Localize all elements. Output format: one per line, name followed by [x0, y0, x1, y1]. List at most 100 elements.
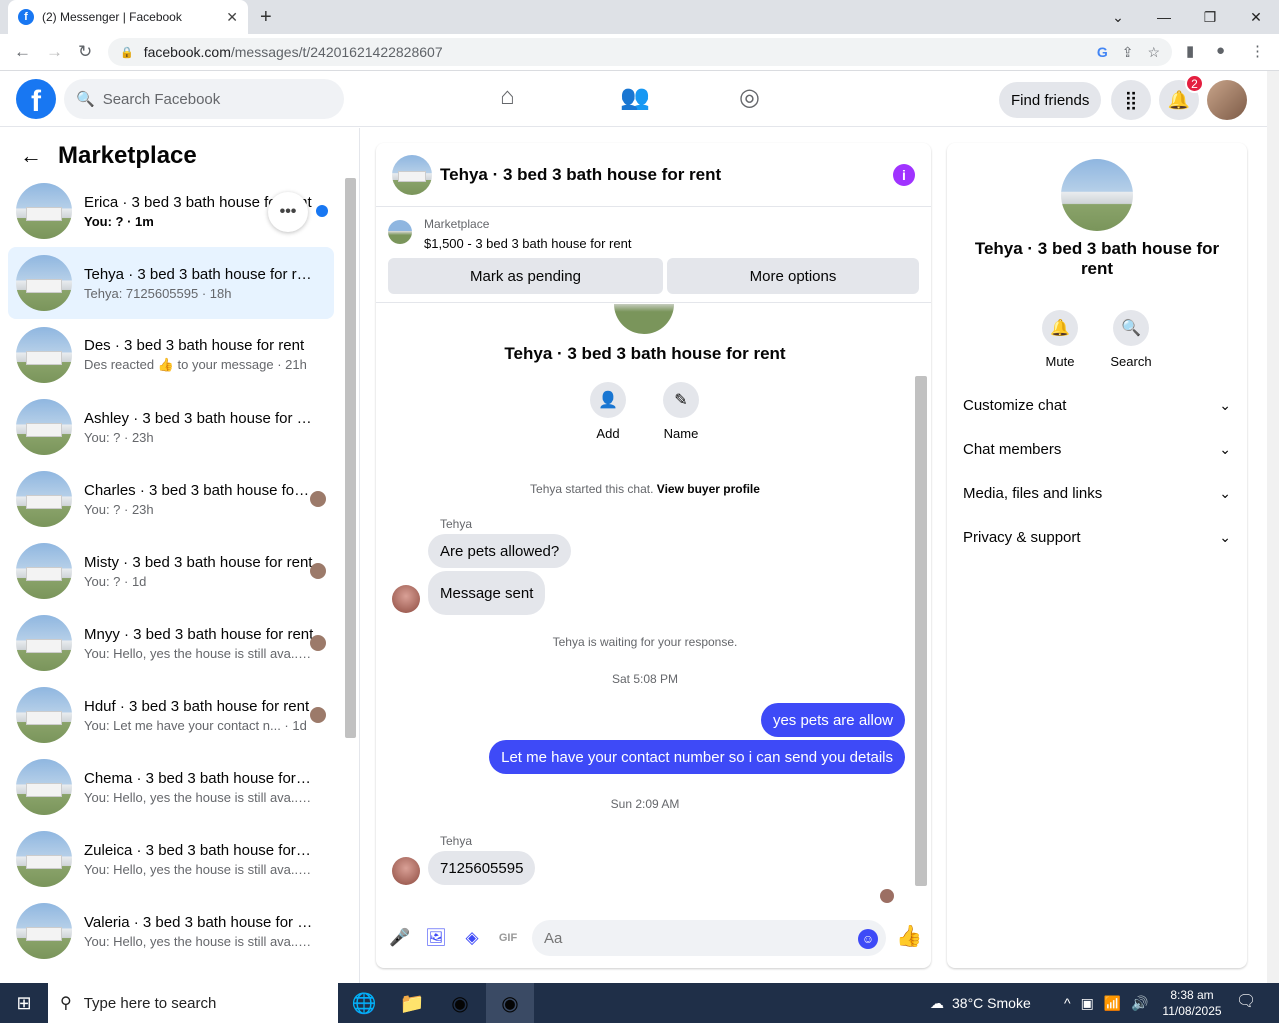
conversation-item[interactable]: Zuleica · 3 bed 3 bath house for rent You…: [8, 823, 334, 895]
edge-icon[interactable]: 🌐: [340, 983, 388, 1023]
listing-price[interactable]: $1,500 - 3 bed 3 bath house for rent: [424, 236, 631, 251]
home-icon[interactable]: ⌂: [500, 83, 515, 111]
message-thread: Tehya · 3 bed 3 bath house for rent 👤 Ad…: [376, 304, 931, 909]
weather-icon: ☁: [930, 994, 944, 1011]
profile-icon[interactable]: ●: [1216, 42, 1225, 59]
microphone-icon[interactable]: 🎤: [388, 926, 412, 950]
chevron-down-icon: ⌄: [1219, 528, 1231, 545]
page-scrollbar[interactable]: [1267, 71, 1279, 983]
facebook-search-input[interactable]: 🔍 Search Facebook: [64, 79, 344, 119]
notification-badge: 2: [1185, 74, 1204, 93]
chrome-icon[interactable]: ◉: [436, 983, 484, 1023]
conversation-preview: You: Hello, yes the house is still ava..…: [84, 861, 314, 877]
conversation-item[interactable]: Mnyy · 3 bed 3 bath house for rent You: H…: [8, 607, 334, 679]
search-button[interactable]: 🔍 Search: [1101, 310, 1161, 369]
name-chat-button[interactable]: ✎ Name: [651, 382, 711, 441]
tab-title: (2) Messenger | Facebook: [42, 10, 182, 24]
gif-icon[interactable]: GIF: [496, 926, 520, 950]
back-icon[interactable]: ←: [14, 42, 31, 62]
mute-button[interactable]: 🔔 Mute: [1030, 310, 1090, 369]
chrome-menu-icon[interactable]: ⋮: [1250, 42, 1265, 60]
close-window-icon[interactable]: ✕: [1233, 0, 1279, 34]
conversation-item[interactable]: Tehya · 3 bed 3 bath house for rent Tehya…: [8, 247, 334, 319]
forward-icon[interactable]: →: [46, 42, 63, 62]
conversation-item[interactable]: Chema · 3 bed 3 bath house for rent You: …: [8, 751, 334, 823]
back-arrow-icon[interactable]: ←: [20, 143, 42, 169]
conversation-name: Mnyy · 3 bed 3 bath house for rent: [84, 625, 314, 643]
incoming-message[interactable]: Are pets allowed?: [428, 534, 572, 568]
browser-tab[interactable]: f (2) Messenger | Facebook ✕: [8, 0, 248, 34]
browser-tabstrip: f (2) Messenger | Facebook ✕ + ⌄ — ❐ ✕: [0, 0, 1279, 34]
media-files-links-section[interactable]: Media, files and links ⌄: [963, 475, 1231, 511]
listing-avatar: [16, 903, 72, 959]
incoming-message[interactable]: 7125605595: [428, 851, 536, 885]
conversation-more-options-icon[interactable]: •••: [268, 192, 308, 232]
conversation-preview: You: Hello, yes the house is still ava..…: [84, 789, 314, 805]
outgoing-message[interactable]: Let me have your contact number so i can…: [489, 740, 905, 774]
menu-grid-icon[interactable]: ⣿: [1111, 80, 1151, 120]
message-input[interactable]: [532, 920, 886, 956]
side-panel-icon[interactable]: ▮: [1186, 42, 1194, 60]
mark-as-pending-button[interactable]: Mark as pending: [388, 258, 663, 294]
add-people-button[interactable]: 👤 Add: [578, 382, 638, 441]
taskbar-search-box[interactable]: ⚲ Type here to search: [48, 983, 338, 1023]
conversation-preview: You: ? · 1d: [84, 573, 147, 589]
profile-avatar[interactable]: [1207, 80, 1247, 120]
friends-icon[interactable]: 👥: [620, 83, 650, 112]
google-icon[interactable]: G: [1097, 44, 1108, 61]
find-friends-button[interactable]: Find friends: [999, 82, 1102, 118]
tray-chevron-icon[interactable]: ^: [1064, 995, 1071, 1011]
conversation-item[interactable]: Des · 3 bed 3 bath house for rent Des rea…: [8, 319, 334, 391]
outgoing-message[interactable]: yes pets are allow: [760, 703, 905, 737]
info-icon[interactable]: i: [893, 163, 915, 186]
groups-icon[interactable]: ◎: [739, 83, 760, 112]
restore-icon[interactable]: ❐: [1187, 0, 1233, 34]
conversation-item[interactable]: Charles · 3 bed 3 bath house for rent You…: [8, 463, 334, 535]
new-tab-icon[interactable]: +: [260, 6, 272, 29]
scrollbar[interactable]: [345, 178, 356, 978]
close-tab-icon[interactable]: ✕: [226, 9, 238, 26]
bookmark-star-icon[interactable]: ☆: [1147, 44, 1160, 61]
customize-chat-section[interactable]: Customize chat ⌄: [963, 387, 1231, 423]
minimize-icon[interactable]: —: [1141, 0, 1187, 34]
facebook-logo-icon[interactable]: f: [16, 79, 56, 119]
reload-icon[interactable]: ↻: [78, 42, 92, 62]
omnibox[interactable]: 🔒 facebook.com/messages/t/24201621422828…: [108, 38, 1172, 66]
search-icon: 🔍: [1113, 310, 1149, 346]
privacy-support-section[interactable]: Privacy & support ⌄: [963, 519, 1231, 555]
conversation-item[interactable]: Valeria · 3 bed 3 bath house for rent You…: [8, 895, 334, 967]
share-icon[interactable]: ⇪: [1122, 44, 1134, 61]
tab-search-icon[interactable]: ⌄: [1095, 0, 1141, 34]
notification-center-icon[interactable]: 🗨: [1236, 991, 1256, 1011]
sender-avatar[interactable]: [392, 857, 420, 885]
sticker-icon[interactable]: ◈: [460, 926, 484, 950]
composer: 🎤 🖼 ◈ GIF: [376, 913, 931, 963]
file-explorer-icon[interactable]: 📁: [388, 983, 436, 1023]
conversation-name: Valeria · 3 bed 3 bath house for rent: [84, 913, 314, 931]
weather-widget[interactable]: ☁ 38°C Smoke: [930, 983, 1031, 1023]
emoji-icon[interactable]: ☺: [858, 929, 878, 949]
window-controls: ⌄ — ❐ ✕: [1095, 0, 1279, 34]
chat-members-section[interactable]: Chat members ⌄: [963, 431, 1231, 467]
clock[interactable]: 8:38 am 11/08/2025: [1160, 987, 1224, 1019]
chevron-down-icon: ⌄: [1219, 396, 1231, 413]
conversation-item[interactable]: Hduf · 3 bed 3 bath house for rent You: L…: [8, 679, 334, 751]
photo-icon[interactable]: 🖼: [424, 926, 448, 950]
facebook-favicon-icon: f: [18, 9, 34, 25]
lock-icon: 🔒: [120, 46, 134, 59]
meet-icon[interactable]: ▣: [1081, 995, 1094, 1012]
thumbs-up-icon[interactable]: 👍: [896, 925, 922, 949]
search-icon: ⚲: [60, 995, 72, 1012]
chrome-active-icon[interactable]: ◉: [486, 983, 534, 1023]
chat-scrollbar[interactable]: [915, 304, 927, 904]
more-options-button[interactable]: More options: [667, 258, 919, 294]
sender-avatar[interactable]: [392, 585, 420, 613]
incoming-message[interactable]: Message sent: [428, 571, 546, 615]
wifi-icon[interactable]: 📶: [1104, 995, 1121, 1012]
conversation-name: Misty · 3 bed 3 bath house for rent: [84, 553, 313, 571]
conversation-item[interactable]: Misty · 3 bed 3 bath house for rent You: …: [8, 535, 334, 607]
volume-icon[interactable]: 🔊: [1131, 995, 1148, 1012]
conversation-item[interactable]: Ashley · 3 bed 3 bath house for rent You:…: [8, 391, 334, 463]
windows-start-icon[interactable]: ⊞: [0, 983, 48, 1023]
view-buyer-profile-link[interactable]: View buyer profile: [657, 482, 760, 496]
